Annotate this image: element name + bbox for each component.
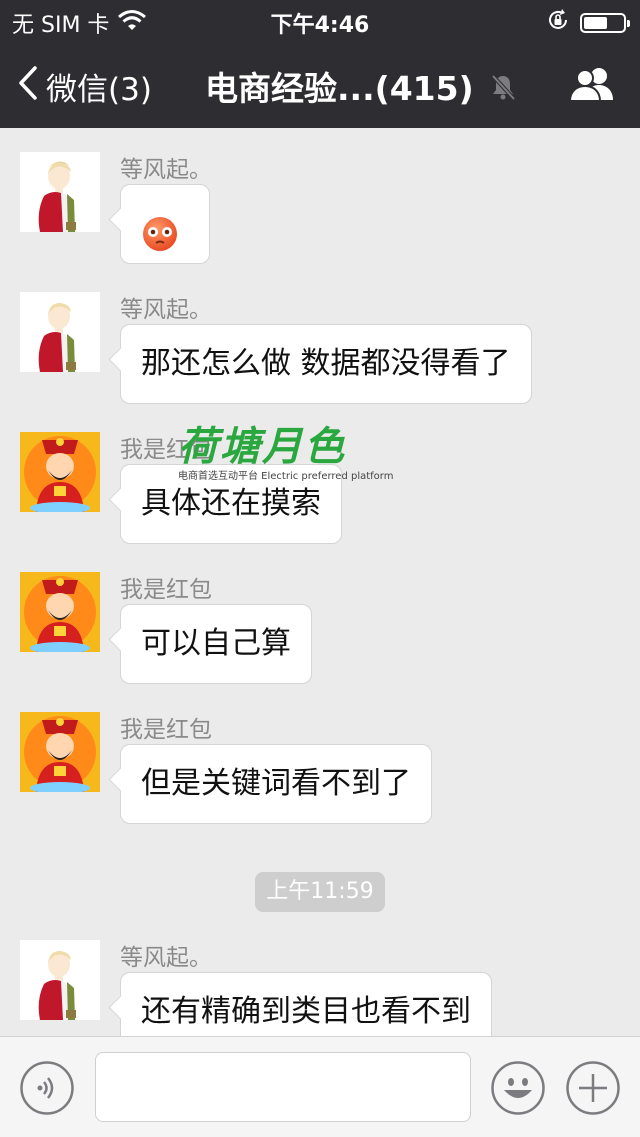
god-of-wealth-avatar-icon — [20, 572, 100, 652]
avatar[interactable] — [20, 152, 100, 232]
message-bubble[interactable]: 那还怎么做 数据都没得看了 — [120, 324, 532, 404]
sender-name: 等风起。 — [120, 297, 212, 323]
message-input[interactable] — [95, 1052, 471, 1122]
message-bubble[interactable]: 可以自己算 — [120, 604, 312, 684]
group-icon — [568, 68, 616, 106]
back-button[interactable]: 微信(3) — [18, 64, 152, 109]
status-bar: 无 SIM 卡 下午4:46 — [0, 0, 640, 40]
god-of-wealth-avatar-icon — [20, 432, 100, 512]
message-text: 还有精确到类目也看不到 — [141, 994, 471, 1029]
message-text: 但是关键词看不到了 — [141, 766, 411, 801]
sender-name: 我是红包 — [120, 577, 212, 603]
avatar[interactable] — [20, 432, 100, 512]
emoji-button[interactable] — [491, 1061, 545, 1115]
mute-bell-icon — [490, 73, 516, 105]
message-bubble[interactable]: 还有精确到类目也看不到 — [120, 972, 492, 1036]
smiley-icon — [491, 1061, 545, 1115]
watermark-tagline: 电商首选互动平台 Electric preferred platform — [178, 471, 394, 482]
chat-area[interactable]: 等风起。 等风起。 那还怎么做 数据都没得看了 我是红包 具体还在摸索 我是红包… — [0, 128, 640, 1036]
more-actions-button[interactable] — [566, 1061, 620, 1115]
nav-bar: 微信(3) 电商经验...(415) — [0, 40, 640, 128]
top-bar: 无 SIM 卡 下午4:46 微信(3) 电商经验...(415) — [0, 0, 640, 128]
input-toolbar — [0, 1036, 640, 1137]
watermark-brand: 荷塘月色 — [178, 424, 346, 470]
watermark-logo: 荷塘月色 电商首选互动平台 Electric preferred platfor… — [178, 420, 393, 482]
avatar[interactable] — [20, 292, 100, 372]
status-time: 下午4:46 — [270, 13, 370, 38]
voice-input-button[interactable] — [20, 1061, 74, 1115]
sender-name: 等风起。 — [120, 157, 212, 183]
voice-icon — [20, 1061, 74, 1115]
message-text: 那还怎么做 数据都没得看了 — [141, 346, 511, 381]
battery-icon — [580, 13, 630, 33]
message-bubble[interactable] — [120, 184, 210, 264]
message-bubble[interactable]: 但是关键词看不到了 — [120, 744, 432, 824]
boy-avatar-icon — [20, 152, 100, 232]
chat-title: 电商经验...(415) — [205, 69, 474, 108]
message-text: 具体还在摸索 — [141, 486, 321, 521]
sender-name: 等风起。 — [120, 945, 212, 971]
chevron-left-icon — [18, 65, 38, 108]
avatar[interactable] — [20, 572, 100, 652]
flushed-face-emoji-icon — [141, 205, 179, 283]
boy-avatar-icon — [20, 292, 100, 372]
avatar[interactable] — [20, 940, 100, 1020]
god-of-wealth-avatar-icon — [20, 712, 100, 792]
boy-avatar-icon — [20, 940, 100, 1020]
avatar[interactable] — [20, 712, 100, 792]
back-label: 微信(3) — [46, 72, 152, 108]
group-members-button[interactable] — [568, 66, 616, 106]
sender-name: 我是红包 — [120, 717, 212, 743]
timestamp-label: 上午11:59 — [255, 872, 385, 912]
message-text: 可以自己算 — [141, 626, 291, 661]
plus-icon — [566, 1061, 620, 1115]
orientation-lock-icon — [546, 8, 570, 38]
